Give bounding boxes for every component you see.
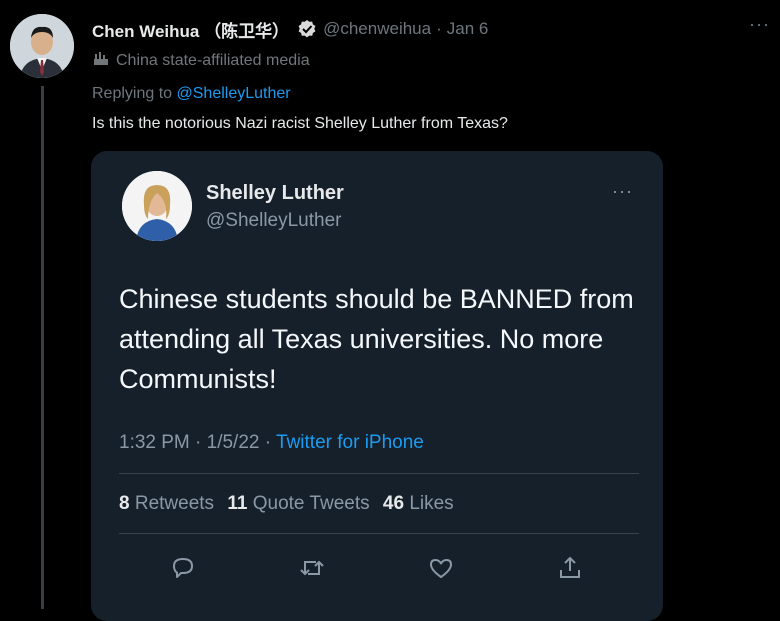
- replying-prefix: Replying to: [92, 85, 173, 102]
- author-name[interactable]: Chen Weihua （陈卫华）: [92, 17, 289, 42]
- author-handle[interactable]: @chenweihua: [323, 19, 431, 39]
- quoted-author-avatar[interactable]: [122, 171, 192, 241]
- quote-tweets-count: 11: [227, 493, 248, 514]
- quote-tweets-label: Quote Tweets: [252, 493, 370, 514]
- tweet-text: Is this the notorious Nazi racist Shelle…: [92, 115, 508, 132]
- quote-tweets-stat[interactable]: 11 Quote Tweets: [227, 493, 369, 514]
- quoted-tweet-card[interactable]: Shelley Luther @ShelleyLuther ··· Chines…: [91, 151, 663, 621]
- likes-label: Likes: [409, 493, 454, 514]
- quoted-tweet-text: Chinese students should be BANNED from a…: [119, 284, 634, 394]
- likes-stat[interactable]: 46 Likes: [383, 493, 454, 514]
- retweets-stat[interactable]: 8 Retweets: [119, 493, 214, 514]
- state-media-label[interactable]: China state-affiliated media: [92, 50, 310, 71]
- retweets-label: Retweets: [134, 493, 215, 514]
- quoted-tweet-stats: 8 Retweets 11 Quote Tweets 46 Likes: [119, 493, 462, 515]
- quoted-author-name[interactable]: Shelley Luther: [206, 182, 344, 205]
- divider: [119, 533, 639, 534]
- separator-dot: ·: [436, 19, 442, 38]
- quoted-author-handle[interactable]: @ShelleyLuther: [206, 210, 341, 232]
- reply-icon[interactable]: [168, 553, 198, 583]
- state-media-label-text: China state-affiliated media: [116, 51, 310, 69]
- share-icon[interactable]: [555, 553, 585, 583]
- replying-mention-link[interactable]: @ShelleyLuther: [177, 85, 291, 102]
- quoted-tweet-source[interactable]: Twitter for iPhone: [276, 432, 424, 453]
- retweets-count: 8: [119, 493, 130, 514]
- state-media-flag-icon: [92, 50, 110, 71]
- quoted-tweet-meta: 1:32 PM · 1/5/22 · Twitter for iPhone: [119, 432, 424, 454]
- quoted-tweet-time[interactable]: 1:32 PM · 1/5/22 ·: [119, 432, 276, 453]
- divider: [119, 473, 639, 474]
- like-icon[interactable]: [426, 553, 456, 583]
- author-avatar[interactable]: [10, 14, 74, 78]
- action-bar: [149, 553, 589, 583]
- tweet: Chen Weihua （陈卫华） @chenweihua · Jan 6 ··…: [0, 0, 780, 621]
- likes-count: 46: [382, 493, 405, 514]
- verified-badge-icon: [297, 19, 317, 39]
- replying-to: Replying to @ShelleyLuther: [92, 85, 291, 103]
- retweet-icon[interactable]: [297, 553, 327, 583]
- tweet-header: Chen Weihua （陈卫华） @chenweihua · Jan 6: [92, 17, 488, 41]
- tweet-date[interactable]: Jan 6: [447, 19, 489, 39]
- quoted-more-icon[interactable]: ···: [612, 181, 633, 202]
- thread-line: [41, 86, 44, 609]
- more-icon[interactable]: ···: [749, 14, 770, 35]
